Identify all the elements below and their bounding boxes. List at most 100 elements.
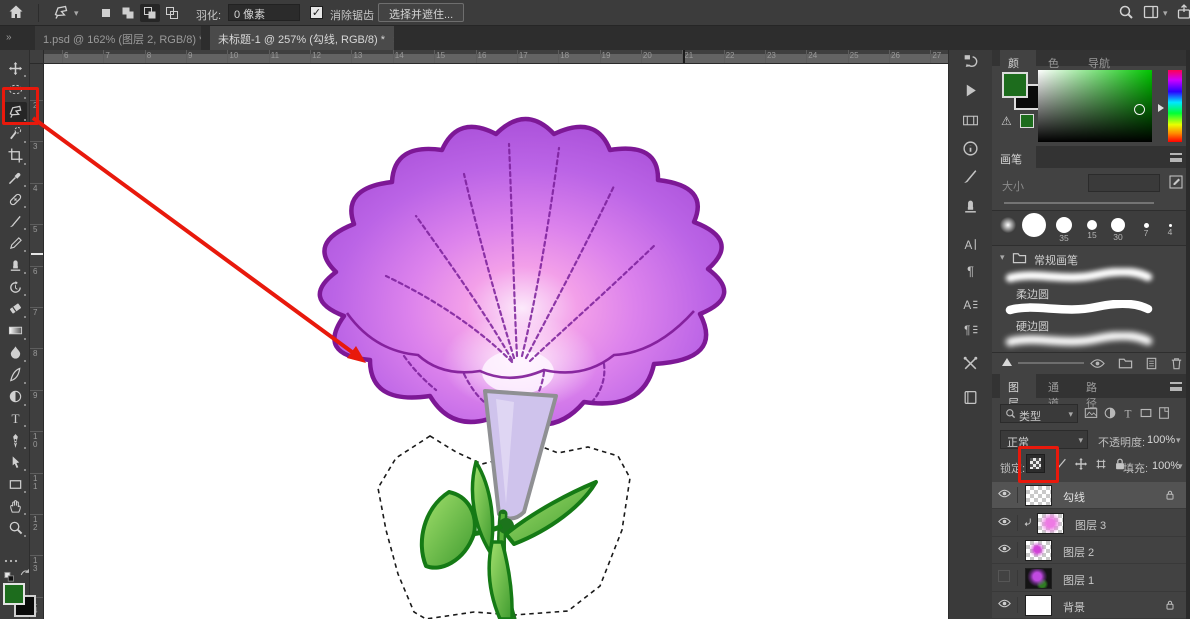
gamut-swatch[interactable] bbox=[1020, 114, 1034, 128]
opacity-value[interactable]: 100% bbox=[1147, 434, 1175, 446]
filter-adjustment-icon[interactable] bbox=[1103, 406, 1117, 420]
chevron-down-icon[interactable]: ▾ bbox=[74, 8, 84, 26]
default-colors-icon[interactable] bbox=[3, 568, 17, 582]
polygonal-lasso-tool-icon[interactable] bbox=[53, 4, 71, 22]
layer-row-背景[interactable]: 背景 bbox=[992, 592, 1186, 619]
filter-image-icon[interactable] bbox=[1084, 406, 1098, 420]
tool-sharpen[interactable] bbox=[3, 365, 27, 385]
share-icon[interactable] bbox=[1176, 4, 1190, 22]
color-field-cursor[interactable] bbox=[1134, 104, 1145, 115]
clone-source-panel-icon[interactable] bbox=[962, 198, 980, 216]
tool-blur[interactable] bbox=[3, 343, 27, 363]
brush-preset[interactable] bbox=[996, 213, 1020, 233]
tool-clone-stamp[interactable] bbox=[3, 255, 27, 275]
horizontal-ruler[interactable]: 6789101112131415161718192021222324252627 bbox=[44, 50, 948, 64]
tab-brush[interactable]: 画笔 bbox=[992, 146, 1036, 168]
chevron-down-icon[interactable]: ▾ bbox=[1163, 8, 1173, 26]
tool-eyedropper[interactable] bbox=[3, 168, 27, 188]
tab-颜色[interactable]: 颜色 bbox=[1000, 50, 1036, 66]
selection-mode-intersect-selection[interactable] bbox=[162, 4, 182, 22]
brush-size-slider[interactable] bbox=[1004, 202, 1154, 204]
tool-type[interactable]: T bbox=[3, 408, 27, 428]
layer-name[interactable]: 背景 bbox=[1063, 599, 1085, 615]
foreground-color-swatch[interactable] bbox=[3, 583, 25, 605]
brush-settings-panel-icon[interactable] bbox=[962, 168, 980, 186]
tool-healing-brush[interactable] bbox=[3, 189, 27, 209]
actions-panel-icon[interactable] bbox=[962, 82, 980, 100]
visibility-icon[interactable] bbox=[1090, 356, 1105, 371]
tool-crop[interactable] bbox=[3, 146, 27, 166]
document-tab[interactable]: 未标题-1 @ 257% (勾线, RGB/8) *× bbox=[210, 26, 394, 50]
layer-thumbnail[interactable] bbox=[1025, 568, 1052, 589]
document-tab[interactable]: 1.psd @ 162% (图层 2, RGB/8) *× bbox=[35, 26, 201, 50]
tab-通道[interactable]: 通道 bbox=[1040, 374, 1076, 398]
panel-menu-icon[interactable] bbox=[1170, 153, 1182, 162]
tool-shape[interactable] bbox=[3, 474, 27, 494]
eye-icon[interactable] bbox=[998, 597, 1018, 613]
tool-dodge[interactable] bbox=[3, 387, 27, 407]
close-icon[interactable]: × bbox=[393, 34, 394, 46]
select-and-mask-button[interactable]: 选择并遮住... bbox=[378, 3, 464, 22]
layer-row-图层 3[interactable]: 图层 3 bbox=[992, 510, 1186, 537]
eye-hidden-box[interactable] bbox=[998, 570, 1018, 586]
lock-artboard-icon[interactable] bbox=[1094, 457, 1108, 471]
tool-zoom[interactable] bbox=[3, 518, 27, 538]
eye-icon[interactable] bbox=[998, 487, 1018, 503]
workspace-icon[interactable] bbox=[1143, 4, 1161, 22]
eye-icon[interactable] bbox=[998, 542, 1018, 558]
layer-thumbnail[interactable] bbox=[1025, 485, 1052, 506]
tab-路径[interactable]: 路径 bbox=[1078, 374, 1114, 398]
canvas[interactable] bbox=[44, 64, 948, 619]
tool-path-select[interactable] bbox=[3, 452, 27, 472]
brush-preset[interactable]: 30 bbox=[1106, 213, 1130, 242]
history-panel-icon[interactable] bbox=[962, 52, 980, 70]
tool-move[interactable] bbox=[3, 58, 27, 78]
tool-history-brush[interactable] bbox=[3, 277, 27, 297]
paragraph-panel-icon[interactable]: ¶ bbox=[962, 262, 980, 280]
layer-row-图层 1[interactable]: 图层 1 bbox=[992, 565, 1186, 592]
layer-name[interactable]: 图层 2 bbox=[1063, 544, 1094, 560]
brush-preset[interactable]: 4 bbox=[1158, 213, 1182, 237]
antialias-checkbox[interactable]: ✓ bbox=[310, 6, 323, 19]
tool-presets-panel-icon[interactable] bbox=[962, 355, 980, 373]
brush-group-row[interactable]: ▾ 常规画笔 bbox=[992, 248, 1186, 268]
brush-preset[interactable] bbox=[1022, 213, 1046, 237]
tab-导航器[interactable]: 导航器 bbox=[1080, 50, 1128, 66]
hue-slider[interactable] bbox=[1168, 70, 1182, 142]
tool-hand[interactable] bbox=[3, 496, 27, 516]
new-page-icon[interactable] bbox=[1144, 356, 1159, 371]
filter-shape-icon[interactable] bbox=[1139, 406, 1153, 420]
chevron-down-icon[interactable]: ▾ bbox=[1176, 435, 1181, 446]
eye-icon[interactable] bbox=[998, 515, 1018, 531]
layer-name[interactable]: 图层 3 bbox=[1075, 517, 1106, 533]
trash-icon[interactable] bbox=[1169, 356, 1184, 371]
layer-thumbnail[interactable] bbox=[1037, 513, 1064, 534]
brush-size-input[interactable] bbox=[1088, 174, 1160, 192]
brush-preset[interactable]: 15 bbox=[1080, 213, 1104, 240]
lock-position-icon[interactable] bbox=[1074, 457, 1088, 471]
layer-thumbnail[interactable] bbox=[1025, 540, 1052, 561]
layer-name[interactable]: 图层 1 bbox=[1063, 572, 1094, 588]
brush-preset[interactable]: 7 bbox=[1134, 213, 1158, 238]
tool-quick-selection[interactable] bbox=[3, 124, 27, 144]
layer-row-勾线[interactable]: 勾线 bbox=[992, 482, 1186, 509]
paragraph-styles-panel-icon[interactable]: ¶ bbox=[962, 321, 980, 339]
brush-preset[interactable]: 35 bbox=[1052, 213, 1076, 243]
brush-stroke-preview[interactable] bbox=[1004, 300, 1154, 316]
panel-menu-icon[interactable] bbox=[1170, 382, 1182, 391]
layer-row-图层 2[interactable]: 图层 2 bbox=[992, 537, 1186, 564]
fill-value[interactable]: 100% bbox=[1152, 460, 1180, 472]
tool-eraser[interactable] bbox=[3, 299, 27, 319]
tab-图层[interactable]: 图层 bbox=[1000, 374, 1036, 398]
selection-mode-new-selection[interactable] bbox=[96, 4, 116, 22]
brush-settings-toggle-icon[interactable] bbox=[1168, 174, 1184, 190]
feather-input[interactable]: 0 像素 bbox=[228, 4, 300, 21]
tool-brush[interactable] bbox=[3, 211, 27, 231]
character-styles-panel-icon[interactable]: A bbox=[962, 296, 980, 314]
tool-pen[interactable] bbox=[3, 430, 27, 450]
libraries-panel-icon[interactable] bbox=[962, 389, 980, 407]
tab-色板[interactable]: 色板 bbox=[1040, 50, 1076, 66]
layer-thumbnail[interactable] bbox=[1025, 595, 1052, 616]
tool-pencil[interactable] bbox=[3, 233, 27, 253]
filter-smart-object-icon[interactable] bbox=[1157, 406, 1171, 420]
